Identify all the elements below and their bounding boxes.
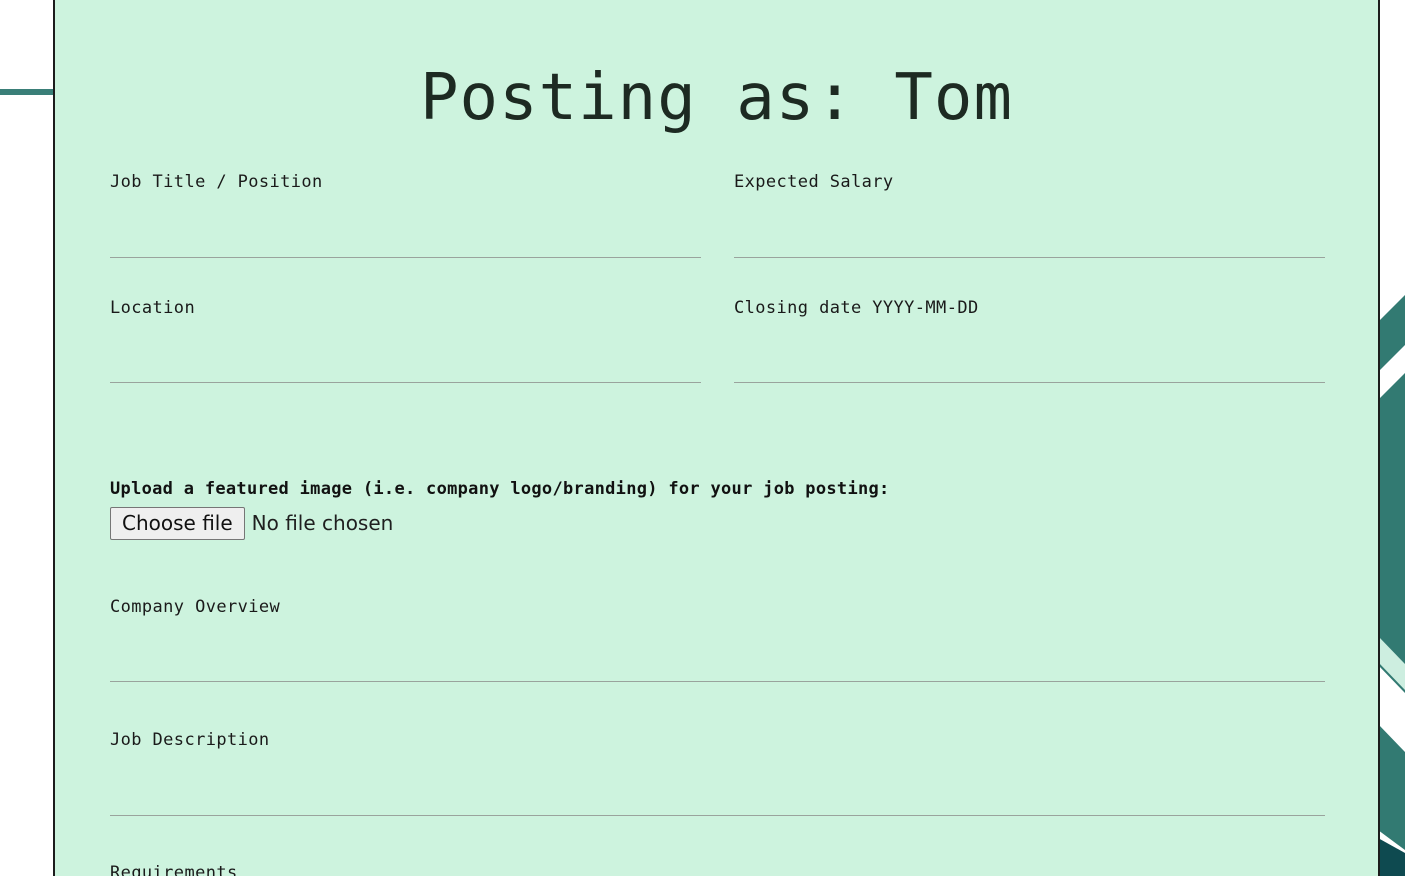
job-title-input[interactable] [110,193,701,258]
requirements-field: Requirements [110,862,1325,876]
job-description-field: Job Description [110,729,1325,816]
upload-image-label: Upload a featured image (i.e. company lo… [110,479,890,499]
job-description-label: Job Description [110,730,270,750]
job-posting-form: Posting as: Tom Job Title / Position Exp… [53,0,1380,876]
location-field: Location [110,297,701,383]
choose-file-button[interactable]: Choose file [110,506,245,540]
expected-salary-input[interactable] [734,193,1325,258]
page-title: Posting as: Tom [420,61,1013,135]
expected-salary-field: Expected Salary [734,171,1325,258]
expected-salary-label: Expected Salary [734,172,894,192]
location-label: Location [110,298,196,318]
background-decoration-shapes [1378,0,1405,876]
location-input[interactable] [110,319,701,383]
file-upload-control: Choose file No file chosen [110,506,393,540]
closing-date-input[interactable] [734,319,1325,383]
company-overview-label: Company Overview [110,597,281,617]
job-title-field: Job Title / Position [110,171,701,258]
background-decoration-line [0,89,56,95]
file-status-text: No file chosen [251,511,394,535]
requirements-label: Requirements [110,863,238,876]
job-description-input[interactable] [110,751,1325,816]
closing-date-field: Closing date YYYY-MM-DD [734,297,1325,383]
company-overview-field: Company Overview [110,596,1325,682]
closing-date-label: Closing date YYYY-MM-DD [734,298,979,318]
company-overview-input[interactable] [110,618,1325,682]
job-title-label: Job Title / Position [110,172,323,192]
